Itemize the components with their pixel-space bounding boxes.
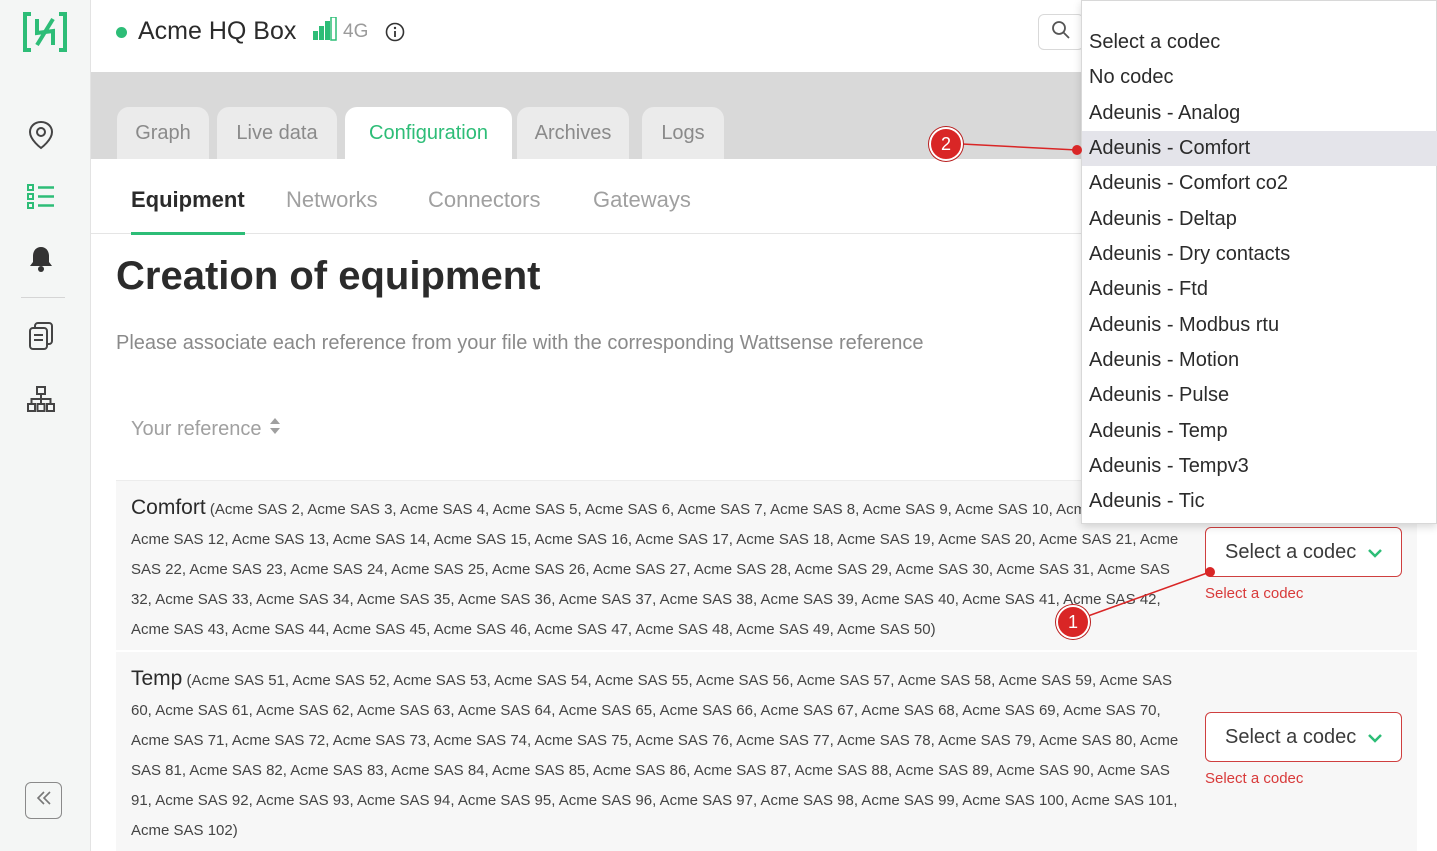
subtab-gateways[interactable]: Gateways [593, 187, 691, 213]
annotation-marker-1: 1 [1056, 605, 1090, 639]
codec-select-value: Select a codec [1225, 540, 1357, 563]
signal-strength-icon [312, 16, 338, 46]
tab-archives[interactable]: Archives [517, 107, 629, 159]
dropdown-option[interactable]: Adeunis - Dry contacts [1082, 237, 1437, 272]
info-icon[interactable] [385, 22, 405, 47]
chevron-down-icon [1367, 729, 1383, 752]
hierarchy-icon[interactable] [25, 383, 57, 415]
reference-text: Comfort (Acme SAS 2, Acme SAS 3, Acme SA… [131, 493, 1181, 645]
dropdown-option[interactable]: Adeunis - Tempv3 [1082, 449, 1437, 484]
codec-error-message: Select a codec [1205, 770, 1304, 787]
logo[interactable] [22, 11, 68, 53]
codec-select[interactable]: Select a codec [1205, 527, 1402, 577]
reference-text: Temp (Acme SAS 51, Acme SAS 52, Acme SAS… [131, 664, 1181, 846]
dropdown-option[interactable]: Adeunis - Comfort co2 [1082, 166, 1437, 201]
codec-select-value: Select a codec [1225, 725, 1357, 748]
sidebar [0, 0, 91, 851]
dropdown-option[interactable]: Adeunis - Motion [1082, 343, 1437, 378]
page-description: Please associate each reference from you… [116, 332, 924, 354]
sort-icon [269, 417, 281, 441]
annotation-marker-2: 2 [929, 127, 963, 161]
double-chevron-left-icon [36, 791, 52, 810]
dropdown-option[interactable]: Adeunis - Temp [1082, 414, 1437, 449]
device-name: Acme HQ Box [138, 17, 297, 45]
sidebar-divider [21, 297, 65, 298]
codec-select[interactable]: Select a codec [1205, 712, 1402, 762]
tab-logs[interactable]: Logs [642, 107, 724, 159]
dropdown-option[interactable]: Adeunis - Deltap [1082, 202, 1437, 237]
network-type: 4G [343, 21, 369, 42]
dropdown-option[interactable]: Adeunis - Ftd [1082, 272, 1437, 307]
subtab-networks[interactable]: Networks [286, 187, 378, 213]
column-header-label: Your reference [131, 417, 262, 440]
dropdown-option-highlighted[interactable]: Adeunis - Comfort [1082, 131, 1437, 166]
documents-icon[interactable] [25, 320, 57, 352]
dropdown-option[interactable]: No codec [1082, 60, 1437, 95]
reference-name: Temp [131, 667, 183, 690]
dropdown-option[interactable]: Select a codec [1082, 25, 1437, 60]
table-row: Temp (Acme SAS 51, Acme SAS 52, Acme SAS… [116, 652, 1417, 851]
dropdown-option[interactable]: Adeunis - Pulse [1082, 378, 1437, 413]
list-icon[interactable] [25, 181, 57, 213]
codec-error-message: Select a codec [1205, 585, 1304, 602]
online-status-dot [116, 27, 127, 38]
codec-dropdown-list: Select a codec No codec Adeunis - Analog… [1081, 0, 1437, 524]
dropdown-option[interactable]: Adeunis - Analog [1082, 96, 1437, 131]
search-icon [1051, 20, 1071, 45]
location-icon[interactable] [25, 119, 57, 151]
subtab-connectors[interactable]: Connectors [428, 187, 541, 213]
page-title: Creation of equipment [116, 254, 541, 298]
collapse-sidebar-button[interactable] [25, 782, 62, 819]
tab-configuration[interactable]: Configuration [345, 107, 512, 159]
reference-list: (Acme SAS 51, Acme SAS 52, Acme SAS 53, … [131, 672, 1179, 839]
reference-list: (Acme SAS 2, Acme SAS 3, Acme SAS 4, Acm… [131, 501, 1179, 638]
bell-icon[interactable] [25, 243, 57, 275]
dropdown-option[interactable]: Adeunis - Tic [1082, 484, 1437, 519]
tab-graph[interactable]: Graph [117, 107, 209, 159]
search-button[interactable] [1038, 14, 1084, 50]
chevron-down-icon [1367, 544, 1383, 567]
column-header-your-reference[interactable]: Your reference [131, 417, 281, 441]
tab-live-data[interactable]: Live data [217, 107, 337, 159]
dropdown-option[interactable]: Adeunis - Modbus rtu [1082, 308, 1437, 343]
subtab-equipment[interactable]: Equipment [131, 187, 245, 235]
reference-name: Comfort [131, 496, 206, 519]
